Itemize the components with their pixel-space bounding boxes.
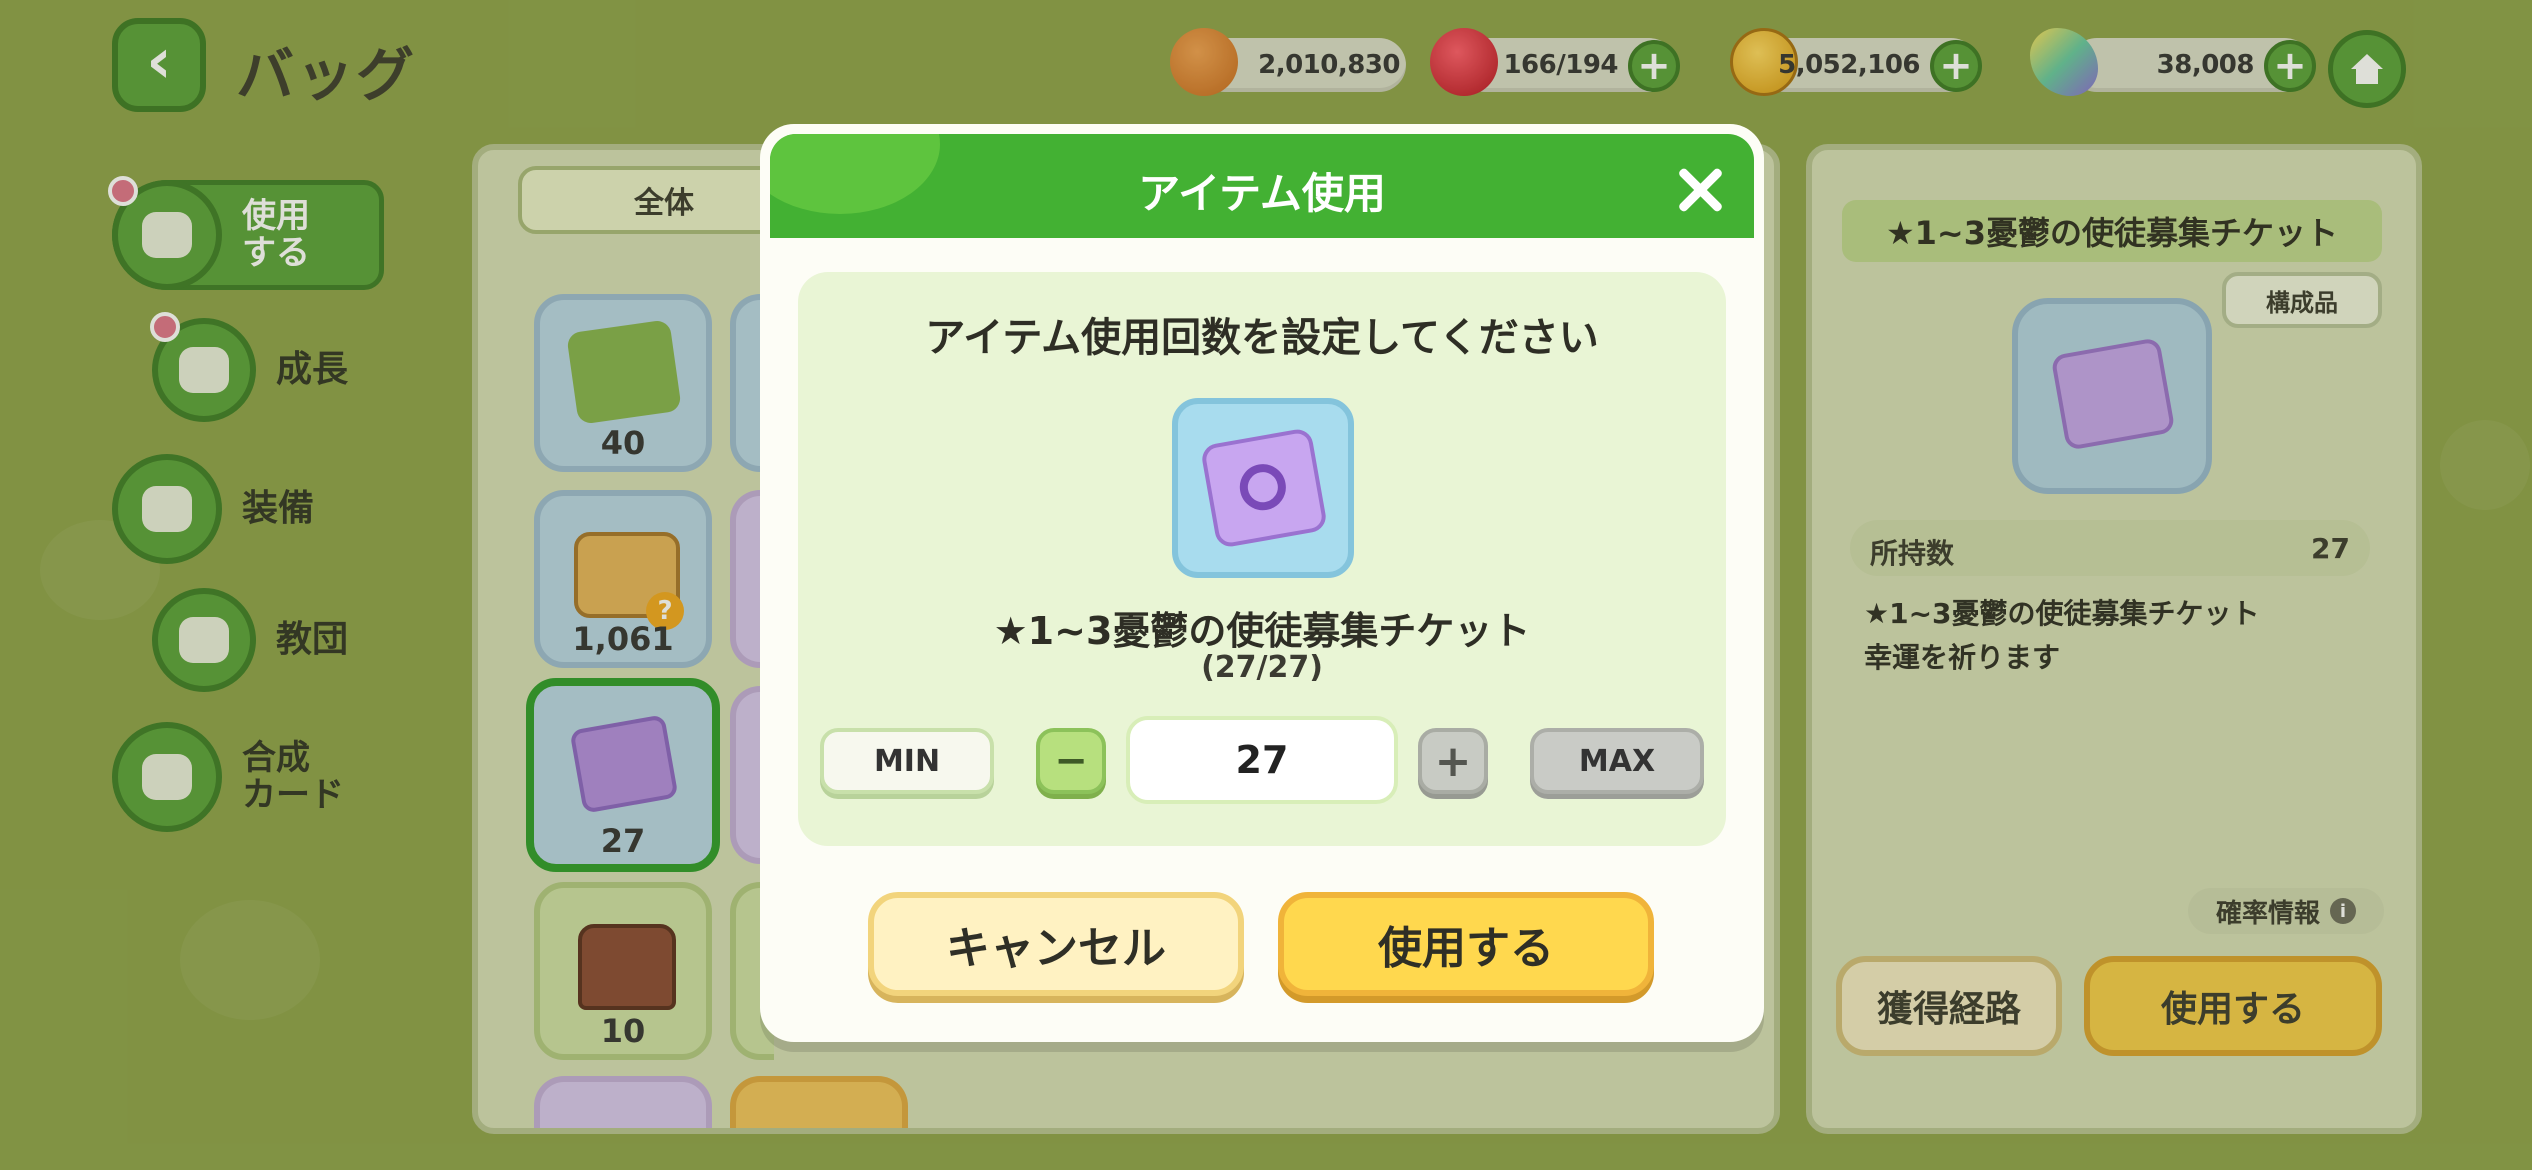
max-button[interactable]: MAX xyxy=(1530,728,1704,794)
dialog-prompt: アイテム使用回数を設定してください xyxy=(925,315,1599,361)
close-icon[interactable] xyxy=(1670,160,1730,220)
dialog-item-count: (27/27) xyxy=(1201,650,1323,685)
swirl-icon xyxy=(1236,460,1290,514)
quantity-input[interactable]: 27 xyxy=(1126,716,1398,804)
dialog-title: アイテム使用 xyxy=(1138,169,1386,218)
min-button[interactable]: MIN xyxy=(820,728,994,794)
decrement-button[interactable]: − xyxy=(1036,728,1106,794)
confirm-use-button[interactable]: 使用する xyxy=(1278,892,1654,996)
cancel-button[interactable]: キャンセル xyxy=(868,892,1244,996)
increment-button[interactable]: + xyxy=(1418,728,1488,794)
dialog-item-card xyxy=(1172,398,1354,578)
dialog-item-name: ★1~3憂鬱の使徒募集チケット xyxy=(993,609,1531,653)
purple-ticket-icon xyxy=(1199,427,1329,549)
